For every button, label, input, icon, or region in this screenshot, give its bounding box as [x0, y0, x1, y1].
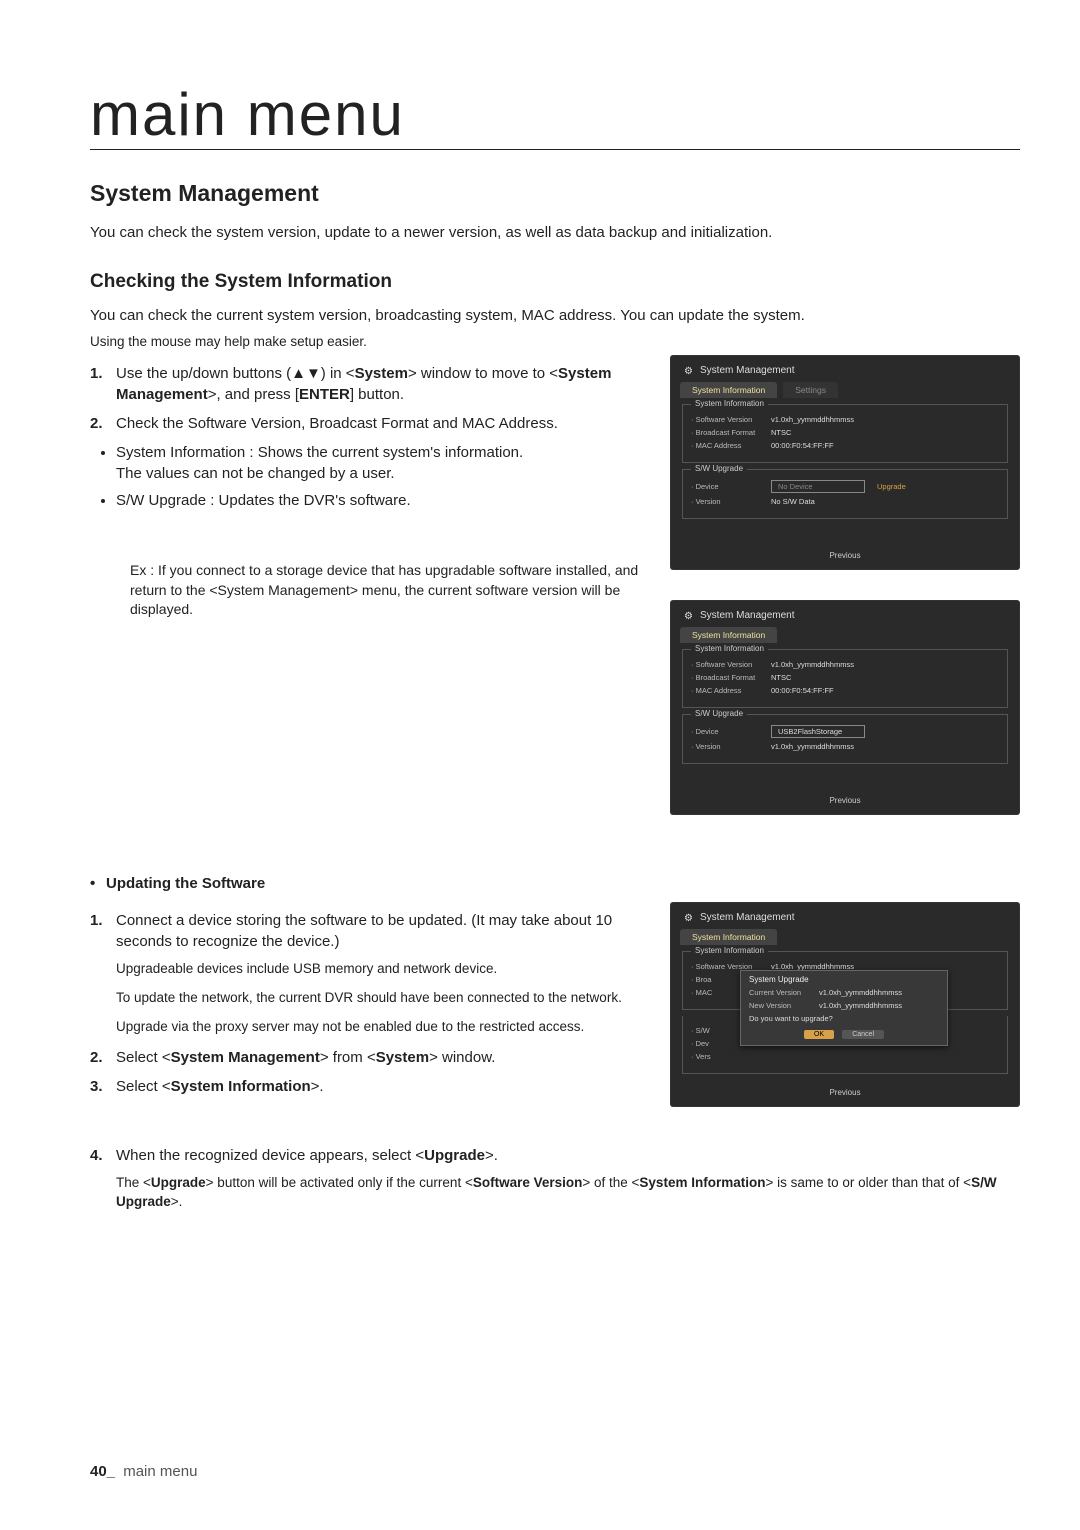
upgrade-button[interactable]: Upgrade — [877, 482, 906, 491]
shot-title-text: System Management — [700, 365, 795, 376]
device-input[interactable]: USB2FlashStorage — [771, 725, 865, 738]
system-upgrade-dialog: System Upgrade Current Versionv1.0xh_yym… — [740, 970, 948, 1046]
previous-button[interactable]: Previous — [680, 1080, 1010, 1107]
fieldset-system-info: System Information · Software Versionv1.… — [682, 404, 1008, 463]
updating-step-4: When the recognized device appears, sele… — [90, 1145, 1020, 1166]
gear-icon: ⚙ — [684, 366, 694, 376]
checking-intro: You can check the current system version… — [90, 305, 1020, 326]
previous-button[interactable]: Previous — [680, 788, 1010, 815]
page-number: 40_ — [90, 1463, 115, 1480]
previous-button[interactable]: Previous — [680, 543, 1010, 570]
checking-bullets: System Information : Shows the current s… — [100, 442, 650, 511]
heading-checking-system-info: Checking the System Information — [90, 271, 1020, 293]
heading-updating-software: Updating the Software — [106, 875, 1020, 892]
tab-system-information[interactable]: System Information — [680, 382, 777, 398]
checking-step-1: Use the up/down buttons (▲▼) in <System>… — [90, 363, 650, 405]
cancel-button[interactable]: Cancel — [842, 1030, 884, 1039]
chapter-title: main menu — [90, 80, 1020, 150]
tab-system-information[interactable]: System Information — [680, 627, 777, 643]
gear-icon: ⚙ — [684, 913, 694, 923]
page-footer: 40_ main menu — [90, 1463, 197, 1480]
bullet-system-info: System Information : Shows the current s… — [116, 442, 650, 484]
ok-button[interactable]: OK — [804, 1030, 834, 1039]
popup-question: Do you want to upgrade? — [749, 1014, 939, 1023]
popup-title: System Upgrade — [749, 975, 939, 984]
fieldset-system-info: System Information · Software Versionv1.… — [682, 649, 1008, 708]
mouse-hint: Using the mouse may help make setup easi… — [90, 334, 1020, 349]
tab-system-information[interactable]: System Information — [680, 929, 777, 945]
tab-settings[interactable]: Settings — [783, 382, 838, 398]
footer-label: main menu — [123, 1463, 197, 1480]
updating-note-3: Upgrade via the proxy server may not be … — [116, 1018, 650, 1037]
fieldset-sw-upgrade: S/W Upgrade · Device No Device Upgrade ·… — [682, 469, 1008, 519]
bullet-sw-upgrade: S/W Upgrade : Updates the DVR's software… — [116, 490, 650, 511]
screenshot-system-info-3: ⚙ System Management System Information S… — [670, 902, 1020, 1107]
updating-steps: Connect a device storing the software to… — [90, 910, 650, 952]
screenshot-system-info-2: ⚙ System Management System Information S… — [670, 600, 1020, 815]
heading-system-management: System Management — [90, 180, 1020, 207]
fieldset-sw-upgrade: S/W Upgrade · Device USB2FlashStorage · … — [682, 714, 1008, 764]
updating-step-2: Select <System Management> from <System>… — [90, 1047, 650, 1068]
updating-step-1: Connect a device storing the software to… — [90, 910, 650, 952]
updating-step-3: Select <System Information>. — [90, 1076, 650, 1097]
upgrade-button-note: The <Upgrade> button will be activated o… — [116, 1174, 1020, 1212]
checking-step-2: Check the Software Version, Broadcast Fo… — [90, 413, 650, 434]
updating-note-2: To update the network, the current DVR s… — [116, 989, 650, 1008]
upgrade-example-note: Ex : If you connect to a storage device … — [130, 561, 650, 620]
checking-steps: Use the up/down buttons (▲▼) in <System>… — [90, 363, 650, 434]
updating-note-1: Upgradeable devices include USB memory a… — [116, 960, 650, 979]
system-management-intro: You can check the system version, update… — [90, 222, 1020, 243]
device-input[interactable]: No Device — [771, 480, 865, 493]
screenshot-system-info-1: ⚙ System Management System Information S… — [670, 355, 1020, 570]
gear-icon: ⚙ — [684, 611, 694, 621]
